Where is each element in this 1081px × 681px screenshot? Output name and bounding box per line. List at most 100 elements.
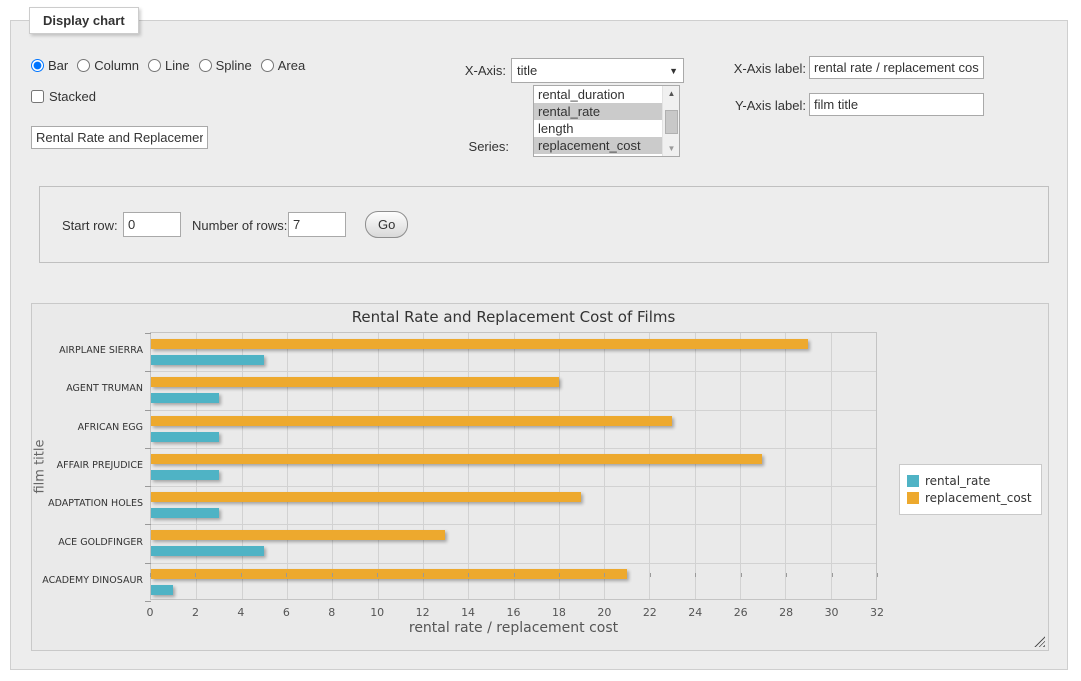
go-button[interactable]: Go — [365, 211, 408, 238]
gridline — [287, 333, 288, 599]
x-axis-tick-label: 24 — [680, 606, 710, 619]
bar-rental_rate[interactable] — [151, 508, 219, 518]
chart-type-label: Line — [165, 58, 190, 73]
x-axis-tick-label: 20 — [589, 606, 619, 619]
x-axis-tick — [195, 573, 196, 577]
gridline — [559, 333, 560, 599]
plot-area — [150, 332, 877, 600]
chart-type-radio-spline[interactable] — [199, 59, 212, 72]
x-axis-tick-label: 32 — [862, 606, 892, 619]
x-axis-tick-label: 10 — [362, 606, 392, 619]
rows-panel: Start row: Number of rows: Go — [39, 186, 1049, 263]
chart-type-radio-column[interactable] — [77, 59, 90, 72]
category-label: ACE GOLDFINGER — [31, 537, 143, 548]
chart-type-radio-area[interactable] — [261, 59, 274, 72]
category-label: AFFAIR PREJUDICE — [31, 460, 143, 471]
x-axis-tick — [786, 573, 787, 577]
bar-rental_rate[interactable] — [151, 585, 173, 595]
chart-title-input[interactable] — [31, 126, 208, 149]
series-option-replacement_cost[interactable]: replacement_cost — [534, 137, 662, 154]
gridline — [831, 333, 832, 599]
chart-type-radio-bar[interactable] — [31, 59, 44, 72]
chart-type-option-bar[interactable]: Bar — [31, 58, 68, 73]
legend-item-replacement_cost[interactable]: replacement_cost — [907, 491, 1032, 505]
gridline — [514, 333, 515, 599]
bar-rental_rate[interactable] — [151, 355, 264, 365]
x-axis-tick — [332, 573, 333, 577]
scroll-up-icon[interactable]: ▲ — [663, 86, 680, 101]
gridline — [740, 333, 741, 599]
bar-replacement_cost[interactable] — [151, 416, 672, 426]
start-row-input[interactable] — [123, 212, 181, 237]
series-option-length[interactable]: length — [534, 120, 662, 137]
gridline — [785, 333, 786, 599]
gridline — [695, 333, 696, 599]
chart-type-option-column[interactable]: Column — [77, 58, 139, 73]
gridline — [151, 486, 876, 487]
legend-item-rental_rate[interactable]: rental_rate — [907, 474, 1032, 488]
x-axis-tick-label: 16 — [499, 606, 529, 619]
scroll-down-icon[interactable]: ▼ — [663, 141, 680, 156]
x-axis-selected-value: title — [517, 63, 669, 78]
listbox-scrollbar[interactable]: ▲ ▼ — [662, 86, 679, 156]
chart-type-label: Column — [94, 58, 139, 73]
bar-replacement_cost[interactable] — [151, 530, 445, 540]
x-axis-tick — [241, 573, 242, 577]
resize-grip-icon[interactable] — [1034, 636, 1045, 647]
number-of-rows-input[interactable] — [288, 212, 346, 237]
series-option-rental_duration[interactable]: rental_duration — [534, 86, 662, 103]
chart-type-option-area[interactable]: Area — [261, 58, 305, 73]
legend-swatch-icon — [907, 475, 919, 487]
x-axis-tick-label: 0 — [135, 606, 165, 619]
gridline — [423, 333, 424, 599]
x-axis-title: rental rate / replacement cost — [150, 620, 877, 636]
chart-type-option-line[interactable]: Line — [148, 58, 190, 73]
series-listbox[interactable]: rental_durationrental_ratelengthreplacem… — [533, 85, 680, 157]
x-axis-select[interactable]: title ▼ — [511, 58, 684, 83]
gridline — [378, 333, 379, 599]
bar-rental_rate[interactable] — [151, 546, 264, 556]
y-axis-label-input[interactable] — [809, 93, 984, 116]
stacked-checkbox-row[interactable]: Stacked — [31, 89, 96, 104]
chart-legend: rental_rate replacement_cost — [899, 464, 1042, 515]
x-axis-tick-label: 18 — [544, 606, 574, 619]
x-axis-label-caption: X-Axis label: — [711, 61, 806, 76]
y-axis-title: film title — [33, 387, 48, 547]
scrollbar-thumb[interactable] — [665, 110, 678, 134]
bar-rental_rate[interactable] — [151, 393, 219, 403]
series-option-rental_rate[interactable]: rental_rate — [534, 103, 662, 120]
bar-replacement_cost[interactable] — [151, 454, 762, 464]
bar-replacement_cost[interactable] — [151, 492, 581, 502]
stacked-checkbox[interactable] — [31, 90, 44, 103]
page: Display chart Bar Column Line Spline Area St… — [0, 0, 1081, 681]
x-axis-tick — [832, 573, 833, 577]
category-label: AGENT TRUMAN — [31, 383, 143, 394]
bar-rental_rate[interactable] — [151, 470, 219, 480]
gridline — [604, 333, 605, 599]
x-axis-tick-label: 8 — [317, 606, 347, 619]
series-options: rental_durationrental_ratelengthreplacem… — [534, 86, 662, 154]
x-axis-tick — [741, 573, 742, 577]
x-axis-tick — [650, 573, 651, 577]
x-axis-label-input[interactable] — [809, 56, 984, 79]
y-axis-tick — [145, 410, 151, 411]
bar-replacement_cost[interactable] — [151, 339, 808, 349]
x-axis-tick-label: 6 — [271, 606, 301, 619]
number-of-rows-label: Number of rows: — [192, 218, 287, 233]
y-axis-tick — [145, 486, 151, 487]
gridline — [151, 524, 876, 525]
y-axis-tick — [145, 563, 151, 564]
gridline — [468, 333, 469, 599]
bar-replacement_cost[interactable] — [151, 377, 559, 387]
x-axis-tick-label: 12 — [408, 606, 438, 619]
x-axis-tick-label: 22 — [635, 606, 665, 619]
chart-type-option-spline[interactable]: Spline — [199, 58, 252, 73]
y-axis-tick — [145, 333, 151, 334]
gridline — [242, 333, 243, 599]
bar-rental_rate[interactable] — [151, 432, 219, 442]
bar-replacement_cost[interactable] — [151, 569, 627, 579]
y-axis-tick — [145, 601, 151, 602]
chart-container: Rental Rate and Replacement Cost of Film… — [31, 303, 1049, 651]
chart-type-radio-line[interactable] — [148, 59, 161, 72]
panel-title: Display chart — [29, 7, 139, 34]
